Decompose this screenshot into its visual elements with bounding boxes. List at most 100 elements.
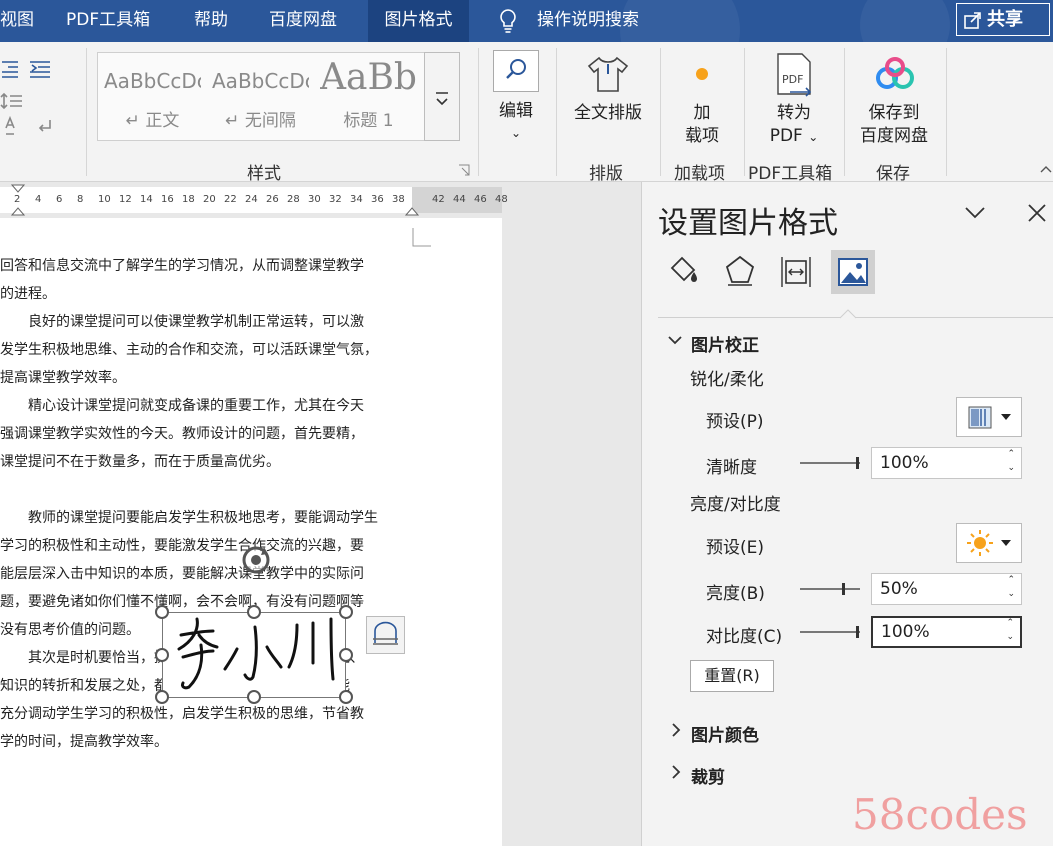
sharpness-input[interactable]: 100% ⌃ ⌄ (871, 447, 1022, 479)
contrast-input[interactable]: 100% ⌃ ⌄ (871, 616, 1022, 648)
spin-down-icon[interactable]: ⌄ (1007, 453, 1015, 483)
resize-handle[interactable] (155, 690, 169, 704)
paragraph-tools-icons[interactable] (0, 54, 70, 154)
resize-handle[interactable] (339, 605, 353, 619)
horizontal-ruler[interactable]: 2 4 6 8 10 12 14 16 18 20 22 24 26 28 30 32 34 36 38 42 44 46… (0, 182, 641, 218)
ruler-tick-label: 20 (203, 194, 216, 205)
separator (556, 48, 557, 176)
spin-down-icon[interactable]: ⌄ (1006, 623, 1014, 651)
resize-handle[interactable] (155, 605, 169, 619)
chevron-down-icon[interactable] (668, 335, 682, 347)
fill-line-icon[interactable] (666, 254, 702, 288)
chevron-right-icon[interactable] (671, 765, 681, 779)
brightness-slider[interactable] (800, 588, 860, 590)
effects-pentagon-icon[interactable] (722, 254, 758, 288)
tab-help[interactable]: 帮助 (194, 0, 228, 42)
lightbulb-icon[interactable] (497, 8, 519, 34)
pdf-document-icon[interactable]: PDF (772, 52, 818, 98)
layout-group-label: 排版 (589, 164, 623, 184)
collapse-ribbon-icon[interactable] (1040, 164, 1052, 174)
ruler-tick-label: 48 (495, 194, 508, 205)
picture-tab-selected[interactable] (831, 250, 875, 294)
signature-drawing (177, 617, 335, 690)
full-layout-button[interactable]: 全文排版 (569, 102, 647, 125)
contrast-slider[interactable] (800, 631, 860, 633)
style-name: ↵ 正文 (125, 111, 180, 131)
document-line: 能层层深入击中知识的本质，要能解决课堂教学中的实际问 (0, 566, 364, 582)
document-line: 的进程。 (0, 286, 56, 302)
brightness-input[interactable]: 50% ⌃ ⌄ (871, 573, 1022, 605)
preset-thumbnail-icon (968, 406, 1011, 429)
pdf-group-label: PDF工具箱 (748, 164, 833, 184)
ruler-tick-label: 44 (453, 194, 466, 205)
tab-pdf-tools[interactable]: PDF工具箱 (66, 0, 150, 42)
size-properties-icon[interactable] (778, 254, 814, 288)
reset-button[interactable]: 重置(R) (690, 660, 774, 692)
brightness-value: 50% (880, 579, 918, 599)
style-no-spacing[interactable]: AaBbCcDc ↵ 无间隔 (212, 53, 309, 131)
wrap-text-icon (373, 621, 398, 645)
to-pdf-label[interactable]: PDF ⌄ (756, 125, 832, 149)
style-heading-1[interactable]: AaBb 标题 1 (320, 53, 417, 131)
resize-handle[interactable] (339, 648, 353, 662)
resize-handle[interactable] (339, 690, 353, 704)
section-picture-color[interactable]: 图片颜色 (691, 721, 759, 746)
layout-options-button[interactable] (366, 616, 405, 654)
baidu-netdisk-icon[interactable] (872, 56, 918, 92)
resize-handle[interactable] (155, 648, 169, 662)
brightness-preset-dropdown[interactable] (956, 523, 1022, 563)
edit-label[interactable]: 编辑 (493, 100, 539, 123)
brightness-slider-thumb[interactable] (842, 583, 845, 595)
tab-baidu-netdisk[interactable]: 百度网盘 (269, 0, 337, 42)
shirt-layout-icon[interactable] (585, 54, 631, 96)
share-button[interactable]: 共享 (956, 3, 1050, 36)
indent-marker-icon[interactable] (11, 184, 25, 216)
separator (946, 48, 947, 176)
close-icon[interactable] (1028, 204, 1046, 222)
document-line: 提高课堂教学效率。 (0, 370, 126, 386)
style-normal[interactable]: AaBbCcDc ↵ 正文 (104, 53, 201, 131)
save-netdisk-label[interactable]: 保存到 (852, 102, 936, 125)
resize-handle[interactable] (247, 690, 261, 704)
tab-picture-format[interactable]: 图片格式 (368, 0, 469, 42)
addins-label[interactable]: 加 (676, 102, 728, 125)
contrast-slider-thumb[interactable] (856, 626, 859, 638)
chevron-down-icon[interactable] (964, 206, 986, 220)
document-line: 教师的课堂提问要能启发学生积极地思考，要能调动学生 (0, 510, 378, 526)
document-line: 学习的积极性和主动性，要能激发学生合作交流的兴趣，要 (0, 538, 364, 554)
separator (844, 48, 845, 176)
to-pdf-label[interactable]: 转为 (756, 102, 832, 125)
section-crop[interactable]: 裁剪 (691, 763, 725, 788)
tab-view[interactable]: 视图 (0, 0, 34, 42)
save-netdisk-label[interactable]: 百度网盘 (852, 125, 936, 148)
sharpness-slider[interactable] (800, 462, 860, 464)
sharpness-slider-thumb[interactable] (856, 457, 859, 469)
chevron-right-icon[interactable] (671, 723, 681, 737)
dialog-launcher-icon[interactable] (458, 164, 470, 176)
document-line: 发学生积极地思维、主动的合作和交流，可以活跃课堂气氛， (0, 342, 378, 358)
style-name: ↵ 无间隔 (225, 111, 296, 131)
styles-more-button[interactable] (424, 52, 460, 141)
right-indent-marker-icon[interactable] (405, 202, 419, 216)
tell-me-search[interactable]: 操作说明搜索 (537, 0, 639, 42)
ruler-tick-label: 36 (371, 194, 384, 205)
addins-icon[interactable] (692, 64, 712, 84)
ribbon-tab-bar: 视图 PDF工具箱 帮助 百度网盘 图片格式 操作说明搜索 共享 (0, 0, 1053, 42)
sharpen-preset-dropdown[interactable] (956, 397, 1022, 437)
section-picture-corrections[interactable]: 图片校正 (691, 331, 759, 356)
chevron-down-icon[interactable]: ⌄ (493, 122, 539, 145)
edit-button[interactable] (493, 50, 539, 92)
preset-label: 预设(P) (706, 412, 764, 432)
signature-image[interactable] (162, 612, 346, 698)
selected-pointer (840, 309, 856, 319)
separator (660, 48, 661, 176)
addins-label[interactable]: 载项 (676, 125, 728, 148)
chevron-down-icon (436, 92, 448, 106)
ruler-tick-label: 14 (140, 194, 153, 205)
document-page[interactable]: 回答和信息交流中了解学生的学习情况，从而调整课堂教学 的进程。 良好的课堂提问可以… (0, 218, 502, 846)
resize-handle[interactable] (247, 605, 261, 619)
rotate-handle-icon[interactable] (240, 544, 272, 576)
ruler-tick-label: 4 (35, 194, 42, 205)
spin-down-icon[interactable]: ⌄ (1007, 579, 1015, 609)
ruler-tick-label: 32 (329, 194, 342, 205)
